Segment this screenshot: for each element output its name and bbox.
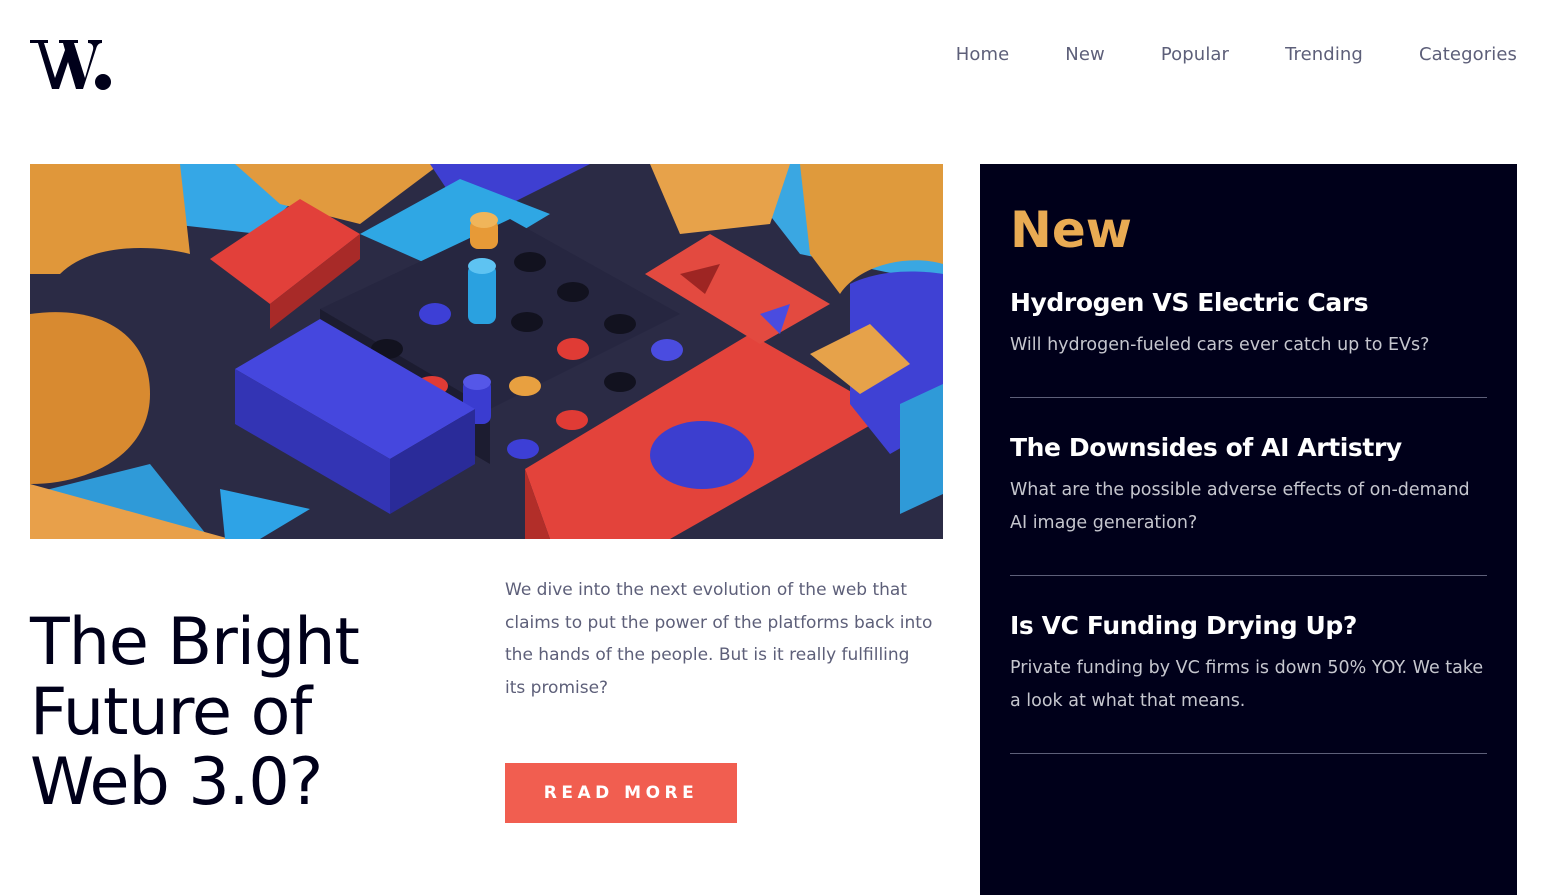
nav-trending[interactable]: Trending [1285,44,1363,65]
hero-image [30,164,943,539]
logo[interactable] [30,28,114,92]
read-more-button[interactable]: Read more [505,763,737,823]
nav-categories[interactable]: Categories [1419,44,1517,65]
news-item: Is VC Funding Drying Up? Private funding… [1010,610,1487,754]
sidebar-title: New [1010,201,1132,259]
abstract-blocks-illustration [30,164,943,539]
hero-title-line: Web 3.0? [30,745,323,820]
news-item-summary: What are the possible adverse effects of… [1010,480,1470,533]
hero-title: The Bright Future of Web 3.0? [30,608,460,818]
main-nav: Home New Popular Trending Categories [956,44,1517,65]
news-item-summary: Will hydrogen-fueled cars ever catch up … [1010,335,1430,355]
nav-popular[interactable]: Popular [1161,44,1229,65]
news-item-title[interactable]: Is VC Funding Drying Up? [1010,610,1487,642]
news-item-summary: Private funding by VC firms is down 50% … [1010,658,1484,711]
news-item-title[interactable]: Hydrogen VS Electric Cars [1010,287,1487,319]
news-item: Hydrogen VS Electric Cars Will hydrogen-… [1010,287,1487,398]
hero-title-line: The Bright [30,605,360,680]
news-item-title[interactable]: The Downsides of AI Artistry [1010,432,1487,464]
page: Home New Popular Trending Categories The… [0,0,1545,895]
hero-description: We dive into the next evolution of the w… [505,580,933,698]
news-item: The Downsides of AI Artistry What are th… [1010,432,1487,576]
new-articles-sidebar: New Hydrogen VS Electric Cars Will hydro… [980,164,1517,895]
nav-home[interactable]: Home [956,44,1010,65]
hero-title-line: Future of [30,675,312,750]
nav-new[interactable]: New [1065,44,1105,65]
